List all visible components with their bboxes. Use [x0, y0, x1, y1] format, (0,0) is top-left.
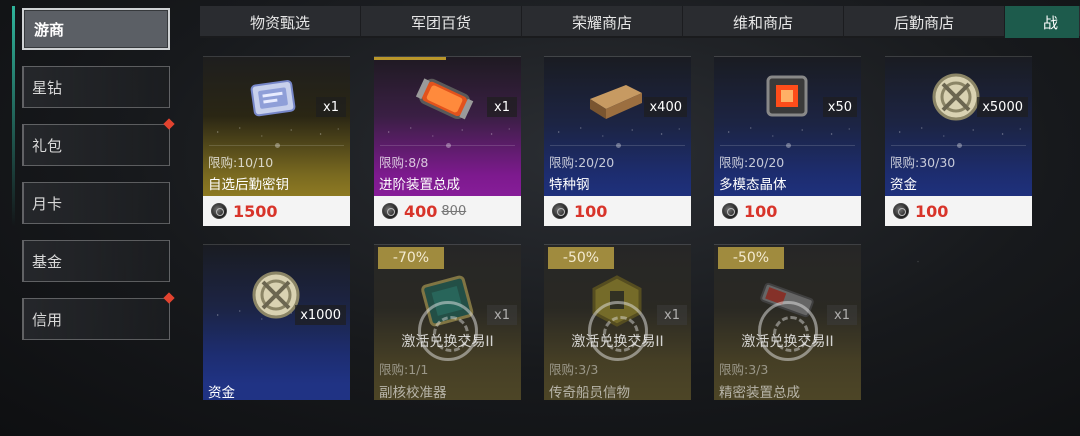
notification-badge	[163, 292, 175, 304]
discount-badge: -50%	[548, 247, 614, 269]
shop-item-card[interactable]: x1 限购:10/10 自选后勤密钥 1500	[203, 56, 350, 226]
sidebar-item-label: 游商	[34, 20, 65, 39]
shop-item-card[interactable]: x50 限购:20/20 多模态晶体 100	[714, 56, 861, 226]
price-bar[interactable]: 400 800	[374, 196, 521, 226]
tab-label: 后勤商店	[893, 13, 954, 32]
tab-label: 军团百货	[410, 13, 471, 32]
purchase-limit: 限购:20/20	[719, 155, 785, 170]
purchase-limit: 限购:8/8	[379, 155, 429, 170]
sidebar-item-credit[interactable]: 信用	[22, 292, 175, 340]
item-price: 100	[744, 201, 778, 221]
tab-supply-select[interactable]: 物资甄选	[200, 6, 361, 38]
discount-badge: -70%	[378, 247, 444, 269]
shop-item-card[interactable]: x1000 资金	[203, 244, 350, 400]
sidebar-item-star-diamond[interactable]: 星钻	[22, 66, 170, 108]
currency-icon	[893, 203, 909, 219]
tab-logistics-store[interactable]: 后勤商店	[844, 6, 1005, 38]
tab-label: 荣耀商店	[571, 13, 632, 32]
device-capsule-icon	[415, 78, 474, 120]
shop-tab-bar: 物资甄选 军团百货 荣耀商店 维和商店 后勤商店 战	[200, 6, 1080, 38]
unlock-requirement: 激活兑换交易II	[571, 334, 664, 350]
currency-icon	[552, 203, 568, 219]
sidebar-item-fund[interactable]: 基金	[22, 240, 170, 282]
item-name: 资金	[890, 177, 917, 193]
sidebar-item-label: 信用	[32, 310, 63, 329]
shop-item-card[interactable]: x5000 限购:30/30 资金 100	[885, 56, 1032, 226]
card-highlight-line	[374, 57, 446, 60]
price-bar[interactable]: 100	[714, 196, 861, 226]
shop-item-card[interactable]: -70% x1 激活兑换交易II 限购:1/1 副核校准器	[374, 244, 521, 400]
currency-icon	[211, 203, 227, 219]
sidebar-item-merchant[interactable]: 游商	[22, 8, 170, 50]
price-bar[interactable]: 100	[544, 196, 691, 226]
steel-ingot-icon	[590, 85, 642, 119]
item-price: 1500	[233, 201, 278, 221]
unlock-requirement: 激活兑换交易II	[741, 334, 834, 350]
key-card-icon	[250, 80, 296, 117]
purchase-limit: 限购:20/20	[549, 155, 615, 170]
item-price: 100	[574, 201, 608, 221]
sidebar-item-label: 星钻	[32, 78, 63, 97]
original-price: 800	[441, 203, 467, 219]
item-quantity: x1	[657, 305, 687, 325]
item-name: 传奇船员信物	[549, 385, 630, 400]
item-price: 100	[915, 201, 949, 221]
item-name: 副核校准器	[379, 385, 447, 400]
item-quantity: x1	[827, 305, 857, 325]
tab-legion-store[interactable]: 军团百货	[361, 6, 522, 38]
item-quantity: x1	[487, 97, 517, 117]
sidebar-item-label: 月卡	[32, 194, 63, 213]
currency-icon	[722, 203, 738, 219]
item-quantity: x1000	[295, 305, 346, 325]
crystal-cube-icon	[766, 75, 808, 117]
unlock-requirement: 激活兑换交易II	[401, 334, 494, 350]
item-quantity: x1	[316, 97, 346, 117]
purchase-limit: 限购:1/1	[379, 362, 429, 377]
shop-item-card[interactable]: x1 限购:8/8 进阶装置总成 400 800	[374, 56, 521, 226]
tab-label: 物资甄选	[249, 13, 310, 32]
item-name: 自选后勤密钥	[208, 177, 289, 193]
item-name: 特种钢	[549, 177, 590, 193]
shop-item-card[interactable]: x400 限购:20/20 特种钢 100	[544, 56, 691, 226]
tab-label: 维和商店	[732, 13, 793, 32]
notification-badge	[163, 118, 175, 130]
purchase-limit: 限购:3/3	[719, 362, 769, 377]
item-quantity: x400	[644, 97, 687, 117]
shop-sidebar: 游商 星钻 礼包 月卡 基金 信用	[0, 0, 180, 436]
currency-icon	[382, 203, 398, 219]
item-quantity: x1	[487, 305, 517, 325]
price-bar[interactable]: 1500	[203, 196, 350, 226]
purchase-limit: 限购:10/10	[208, 155, 274, 170]
item-price: 400	[404, 201, 438, 221]
sidebar-item-monthly-card[interactable]: 月卡	[22, 182, 170, 224]
tab-peacekeeping-store[interactable]: 维和商店	[683, 6, 844, 38]
item-name: 进阶装置总成	[379, 177, 460, 193]
sidebar-item-label: 礼包	[32, 136, 63, 155]
tab-war-store[interactable]: 战	[1005, 6, 1079, 38]
item-name: 多模态晶体	[719, 177, 787, 193]
sidebar-item-gift-pack[interactable]: 礼包	[22, 118, 175, 166]
item-name: 精密装置总成	[719, 385, 800, 400]
tab-label: 战	[1043, 13, 1059, 32]
shop-item-card[interactable]: -50% x1 激活兑换交易II 限购:3/3 传奇船员信物	[544, 244, 691, 400]
item-quantity: x5000	[977, 97, 1028, 117]
purchase-limit: 限购:30/30	[890, 155, 956, 170]
purchase-limit: 限购:3/3	[549, 362, 599, 377]
item-quantity: x50	[822, 97, 857, 117]
sidebar-item-label: 基金	[32, 252, 63, 271]
shop-item-card[interactable]: -50% x1 激活兑换交易II 限购:3/3 精密装置总成	[714, 244, 861, 400]
sidebar-rail	[12, 6, 15, 226]
price-bar[interactable]: 100	[885, 196, 1032, 226]
tab-honor-store[interactable]: 荣耀商店	[522, 6, 683, 38]
discount-badge: -50%	[718, 247, 784, 269]
item-name: 资金	[208, 385, 235, 400]
